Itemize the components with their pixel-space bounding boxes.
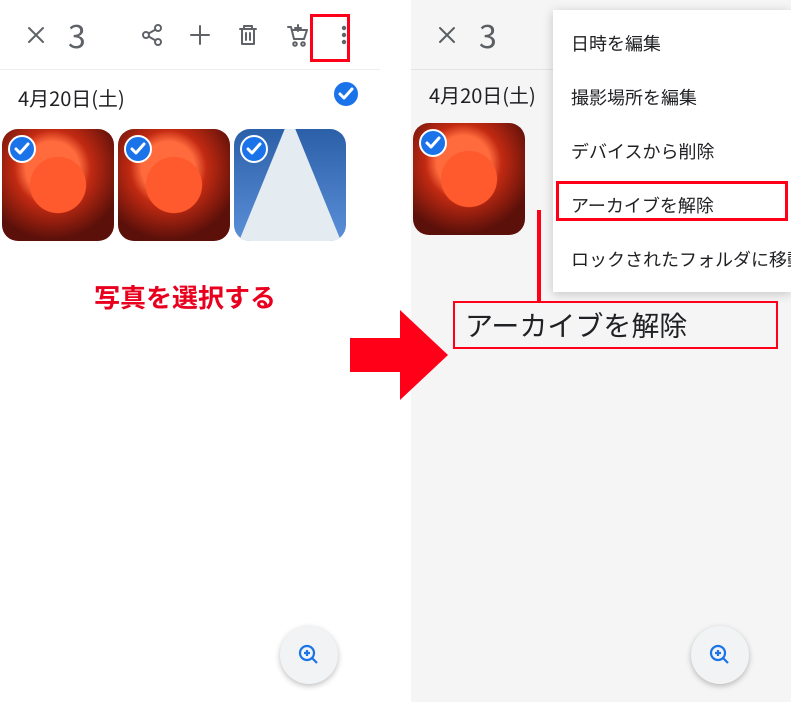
zoom-fab[interactable] bbox=[691, 626, 749, 684]
annotation-connector bbox=[537, 210, 541, 301]
photo-thumbnail[interactable] bbox=[118, 129, 230, 241]
delete-button[interactable] bbox=[228, 15, 268, 55]
annotation-highlight-more bbox=[310, 14, 350, 62]
menu-item-move-locked[interactable]: ロックされたフォルダに移動 bbox=[553, 232, 791, 286]
photo-thumbnail[interactable] bbox=[2, 129, 114, 241]
close-button[interactable] bbox=[16, 15, 56, 55]
selection-badge bbox=[419, 129, 447, 157]
check-icon bbox=[124, 135, 152, 163]
menu-item-delete-device[interactable]: デバイスから削除 bbox=[553, 124, 791, 178]
selection-badge bbox=[240, 135, 268, 163]
check-icon bbox=[8, 135, 36, 163]
check-icon bbox=[332, 80, 362, 110]
zoom-in-icon bbox=[296, 642, 322, 668]
selection-badge bbox=[124, 135, 152, 163]
annotation-callout-text: アーカイブを解除 bbox=[465, 305, 687, 345]
date-header: 4月20日(土) bbox=[0, 70, 380, 129]
photo-thumbnail[interactable] bbox=[413, 123, 525, 235]
zoom-fab[interactable] bbox=[280, 626, 338, 684]
cart-icon bbox=[283, 22, 309, 48]
overflow-menu: 日時を編集 撮影場所を編集 デバイスから削除 アーカイブを解除 ロックされたフォ… bbox=[553, 10, 791, 292]
photo-thumbnail[interactable] bbox=[234, 129, 346, 241]
add-button[interactable] bbox=[180, 15, 220, 55]
trash-icon bbox=[235, 22, 261, 48]
zoom-in-icon bbox=[707, 642, 733, 668]
screen-selection-view: 3 4月20日(土) bbox=[0, 0, 380, 702]
share-icon bbox=[139, 22, 165, 48]
plus-icon bbox=[187, 22, 213, 48]
share-button[interactable] bbox=[132, 15, 172, 55]
screen-overflow-menu: 3 4月20日(土) 日時を編集 撮影場所を編集 デバイスから削除 アーカイブを… bbox=[411, 0, 791, 702]
annotation-highlight-unarchive bbox=[556, 181, 788, 221]
annotation-caption: 写真を選択する bbox=[0, 278, 370, 315]
selection-count: 3 bbox=[68, 12, 86, 58]
annotation-callout: アーカイブを解除 bbox=[453, 301, 778, 349]
check-icon bbox=[419, 129, 447, 157]
close-icon bbox=[23, 22, 49, 48]
photo-grid bbox=[0, 129, 380, 241]
menu-item-edit-datetime[interactable]: 日時を編集 bbox=[553, 16, 791, 70]
menu-item-edit-location[interactable]: 撮影場所を編集 bbox=[553, 70, 791, 124]
annotation-arrow bbox=[350, 310, 450, 400]
check-icon bbox=[240, 135, 268, 163]
selection-badge bbox=[8, 135, 36, 163]
date-label: 4月20日(土) bbox=[18, 83, 125, 112]
select-all-toggle[interactable] bbox=[332, 80, 362, 115]
